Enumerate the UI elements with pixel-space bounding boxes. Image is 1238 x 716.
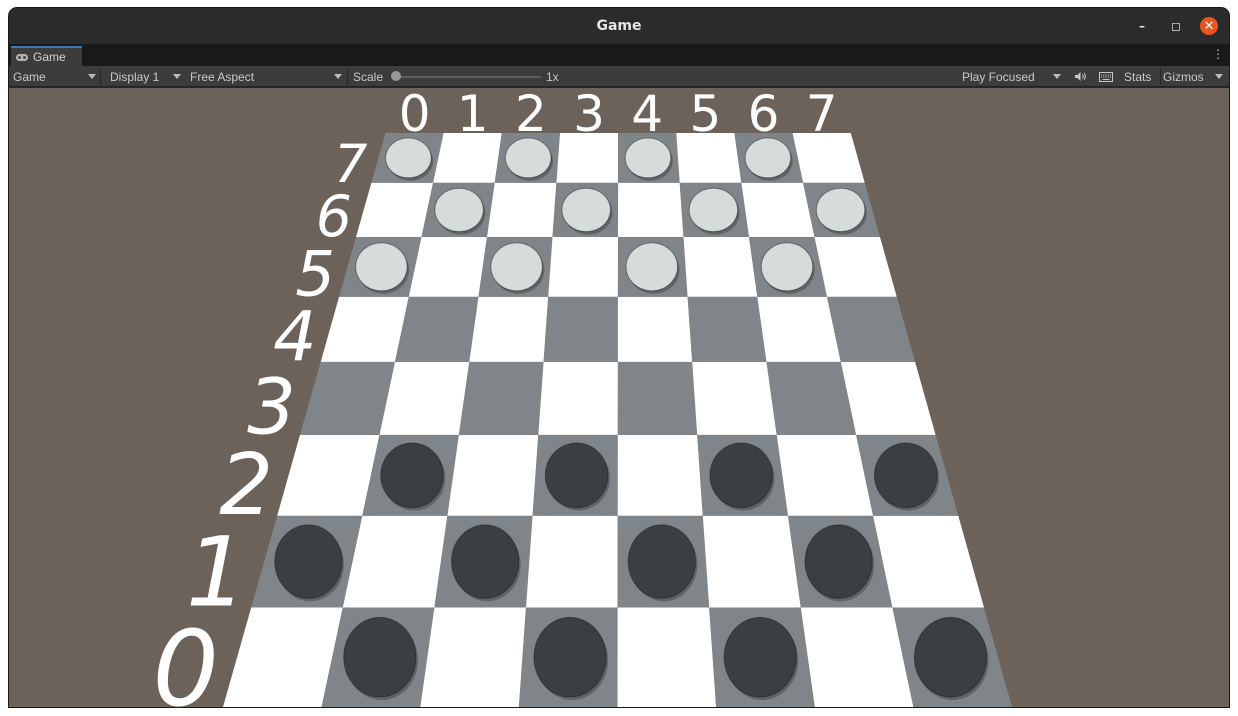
column-label: 7 (806, 88, 838, 143)
white-checker (815, 187, 866, 233)
board-square (683, 237, 758, 297)
row-label: 0 (153, 608, 220, 707)
tab-bar: Game ⋮ (9, 44, 1229, 66)
column-label: 2 (515, 88, 547, 143)
maximize-icon[interactable]: ◻ (1167, 17, 1185, 35)
aspect-select[interactable]: Free Aspect (186, 66, 346, 87)
play-mode-label: Play Focused (962, 69, 1035, 84)
board-square (692, 361, 777, 435)
game-toolbar: Game Display 1 Free Aspect Scale 1x Play… (9, 66, 1229, 87)
white-checker (744, 137, 792, 179)
black-checker (723, 616, 797, 698)
board-square (757, 296, 841, 362)
black-checker (544, 442, 609, 509)
white-checker (624, 137, 672, 179)
board-square (617, 296, 693, 362)
white-checker (625, 242, 678, 292)
board-square (702, 515, 801, 608)
minimize-icon[interactable]: – (1133, 17, 1151, 35)
window-title: Game (596, 18, 642, 34)
checkers-board: 0 1 2 3 4 5 6 776543210 (153, 88, 1012, 707)
column-label: 0 (399, 88, 431, 143)
black-checker (874, 442, 938, 509)
white-checker (688, 187, 739, 233)
board-square (617, 361, 698, 435)
scale-label: Scale (349, 66, 389, 87)
black-checker (913, 616, 988, 698)
audio-icon[interactable] (1070, 66, 1092, 87)
keyboard-icon[interactable] (1095, 66, 1119, 87)
white-checker (434, 187, 484, 233)
scale-label-text: Scale (353, 69, 384, 84)
board-square (814, 237, 897, 297)
board-square (526, 515, 618, 608)
gamepad-icon (16, 53, 28, 61)
black-checker (709, 442, 774, 509)
board-square (617, 434, 703, 516)
view-select-label: Game (13, 69, 46, 84)
board-square (458, 361, 544, 435)
view-select[interactable]: Game (9, 66, 100, 87)
column-label: 4 (631, 88, 663, 143)
white-checker (490, 242, 543, 292)
tab-game[interactable]: Game (11, 46, 82, 66)
play-mode-select[interactable]: Play Focused (958, 66, 1065, 87)
board-square (447, 434, 539, 516)
game-viewport[interactable]: 0123456776543210 (9, 88, 1229, 707)
board-square (420, 607, 526, 707)
game-window: Game – ◻ ✕ Game ⋮ Game Display 1 Free As… (9, 8, 1229, 707)
black-checker (380, 442, 444, 509)
close-icon[interactable]: ✕ (1200, 17, 1218, 35)
black-checker (343, 616, 417, 698)
black-checker (451, 524, 520, 599)
tab-label: Game (33, 50, 66, 64)
display-select[interactable]: Display 1 (106, 66, 185, 87)
kebab-menu-icon[interactable]: ⋮ (1212, 47, 1224, 61)
board-square (827, 296, 916, 362)
board-square (766, 361, 857, 435)
column-label: 3 (573, 88, 605, 143)
board-square (538, 361, 618, 435)
board-square (408, 237, 487, 297)
board-square (776, 434, 874, 516)
board-square (687, 296, 767, 362)
aspect-select-label: Free Aspect (190, 69, 255, 84)
board-square (469, 296, 549, 362)
scale-value-text: 1x (546, 69, 559, 84)
scale-value: 1x (542, 66, 572, 87)
board-square (873, 515, 984, 608)
gizmos-button[interactable]: Gizmos (1159, 66, 1227, 87)
board-square (548, 237, 618, 297)
white-checker (504, 137, 552, 179)
board-square (543, 296, 618, 362)
black-checker (804, 524, 873, 599)
gizmos-label: Gizmos (1163, 69, 1204, 84)
divider (100, 68, 101, 85)
black-checker (627, 524, 696, 599)
white-checker (385, 137, 432, 179)
stats-button[interactable]: Stats (1120, 66, 1160, 87)
title-bar: Game – ◻ ✕ (9, 8, 1229, 44)
column-label: 6 (748, 88, 780, 143)
board-square (379, 361, 470, 435)
board-square (487, 182, 557, 237)
board-square (741, 182, 815, 237)
divider (347, 68, 348, 85)
white-checker (760, 242, 814, 292)
board-square (618, 182, 684, 237)
column-label: 1 (457, 88, 489, 143)
scale-slider-handle[interactable] (391, 71, 401, 81)
board-square (356, 182, 434, 237)
board-square (617, 607, 717, 707)
white-checker (561, 187, 611, 233)
scale-slider-track[interactable] (393, 76, 541, 78)
display-select-label: Display 1 (110, 69, 160, 84)
white-checker (355, 242, 408, 292)
board-square (840, 361, 936, 435)
column-label: 5 (689, 88, 721, 143)
black-checker (274, 524, 343, 599)
stats-label: Stats (1124, 69, 1152, 84)
board-square (395, 296, 479, 362)
black-checker (533, 616, 607, 698)
